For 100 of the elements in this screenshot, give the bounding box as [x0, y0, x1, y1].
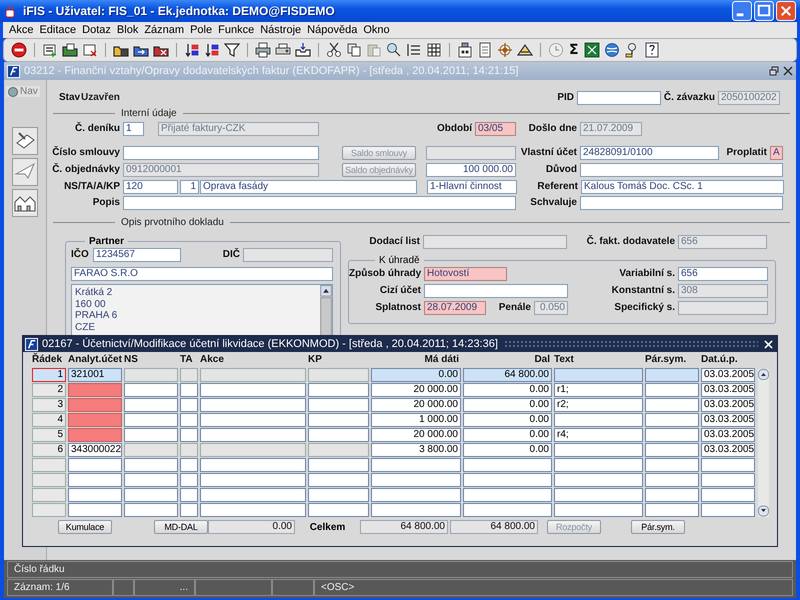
table-cell[interactable]: 20 000.00 [371, 428, 461, 442]
table-cell[interactable]: 64 800.00 [463, 368, 552, 382]
table-cell[interactable]: 6 [32, 443, 66, 457]
scrollbar[interactable] [758, 369, 769, 517]
table-cell[interactable] [200, 398, 306, 412]
form-button[interactable]: MD-DAL [154, 520, 208, 534]
table-cell[interactable] [68, 488, 122, 502]
document-icon[interactable] [477, 42, 493, 58]
printer-icon[interactable] [255, 42, 271, 58]
table-cell[interactable]: 0.00 [371, 368, 461, 382]
table-cell[interactable] [308, 488, 369, 502]
table-cell[interactable]: r4; [554, 428, 643, 442]
table-cell[interactable] [308, 458, 369, 472]
input-field[interactable] [580, 196, 783, 210]
table-cell[interactable]: 3 800.00 [371, 443, 461, 457]
input-field[interactable] [424, 284, 568, 298]
input-field[interactable] [580, 162, 783, 176]
table-cell[interactable] [308, 473, 369, 487]
table-cell[interactable] [645, 503, 699, 517]
table-cell[interactable]: 1 000.00 [371, 413, 461, 427]
table-cell[interactable] [554, 413, 643, 427]
input-field[interactable]: A [770, 146, 783, 160]
table-cell[interactable] [180, 503, 198, 517]
table-cell[interactable] [308, 443, 369, 457]
table-cell[interactable] [68, 428, 122, 442]
table-cell[interactable]: 03.03.2005 [701, 383, 755, 397]
table-cell[interactable] [180, 428, 198, 442]
table-cell[interactable]: 4 [32, 413, 66, 427]
input-field[interactable]: FARAO S.R.O [71, 266, 333, 280]
table-cell[interactable]: 3 [32, 398, 66, 412]
table-cell[interactable]: 03.03.2005 [701, 413, 755, 427]
table-cell[interactable] [645, 488, 699, 502]
table-cell[interactable] [68, 413, 122, 427]
table-cell[interactable]: 0.00 [463, 428, 552, 442]
table-cell[interactable]: 5 [32, 428, 66, 442]
table-cell[interactable] [180, 443, 198, 457]
table-cell[interactable]: r2; [554, 398, 643, 412]
spreadsheet-icon[interactable] [584, 42, 600, 58]
table-cell[interactable] [308, 428, 369, 442]
table-cell[interactable] [371, 458, 461, 472]
table-cell[interactable] [180, 413, 198, 427]
table-cell[interactable] [180, 398, 198, 412]
document-add-icon[interactable] [42, 42, 58, 58]
table-cell[interactable]: 321001 [68, 368, 122, 382]
table-cell[interactable] [701, 488, 755, 502]
table-cell[interactable] [200, 443, 306, 457]
table-cell[interactable] [645, 473, 699, 487]
table-cell[interactable] [32, 473, 66, 487]
menu-item[interactable]: Editace [36, 24, 80, 36]
table-cell[interactable] [200, 503, 306, 517]
input-field[interactable]: 03/05 [475, 122, 516, 136]
table-cell[interactable] [701, 458, 755, 472]
menu-item[interactable]: Akce [6, 24, 36, 36]
table-cell[interactable] [645, 458, 699, 472]
table-cell[interactable] [124, 503, 178, 517]
menu-item[interactable]: Blok [114, 24, 142, 36]
table-cell[interactable]: 03.03.2005 [701, 428, 755, 442]
table-cell[interactable]: 0.00 [463, 413, 552, 427]
menu-item[interactable]: Okno [360, 24, 393, 36]
menu-item[interactable]: Funkce [215, 24, 258, 36]
input-field[interactable]: 1 [123, 122, 144, 136]
table-cell[interactable] [308, 398, 369, 412]
table-cell[interactable] [371, 488, 461, 502]
table-cell[interactable] [124, 458, 178, 472]
table-cell[interactable] [124, 473, 178, 487]
clock-icon[interactable] [548, 42, 564, 58]
search-icon[interactable] [386, 42, 402, 58]
table-cell[interactable] [180, 383, 198, 397]
input-field[interactable] [123, 196, 516, 210]
table-cell[interactable]: 20 000.00 [371, 398, 461, 412]
table-cell[interactable] [645, 398, 699, 412]
table-cell[interactable] [308, 383, 369, 397]
minimize-icon[interactable] [732, 1, 752, 21]
table-cell[interactable] [200, 428, 306, 442]
table-cell[interactable] [200, 368, 306, 382]
table-cell[interactable] [68, 473, 122, 487]
table-cell[interactable] [180, 473, 198, 487]
input-field[interactable]: 1-Hlavní činnost [427, 180, 517, 194]
input-field[interactable]: 1 [180, 180, 199, 194]
table-cell[interactable] [645, 383, 699, 397]
table-cell[interactable] [308, 503, 369, 517]
document-hand-icon[interactable] [12, 127, 38, 155]
wheel-icon[interactable] [497, 42, 513, 58]
input-field[interactable]: 24828091/0100 [580, 146, 719, 160]
filter-icon[interactable] [224, 42, 240, 58]
document-delete-icon[interactable] [82, 42, 98, 58]
table-cell[interactable] [200, 413, 306, 427]
input-field[interactable]: Hotovostí [424, 266, 507, 280]
table-cell[interactable] [371, 473, 461, 487]
table-cell[interactable] [701, 503, 755, 517]
table-cell[interactable] [68, 458, 122, 472]
table-cell[interactable]: 343000022 [68, 443, 122, 457]
maximize-icon[interactable] [754, 1, 774, 21]
folder-icon[interactable] [62, 42, 78, 58]
table-cell[interactable] [180, 458, 198, 472]
menu-item[interactable]: Pole [187, 24, 216, 36]
building-icon[interactable] [457, 42, 473, 58]
sort-ascending-icon[interactable] [184, 42, 200, 58]
table-cell[interactable]: 20 000.00 [371, 383, 461, 397]
table-cell[interactable]: 03.03.2005 [701, 443, 755, 457]
